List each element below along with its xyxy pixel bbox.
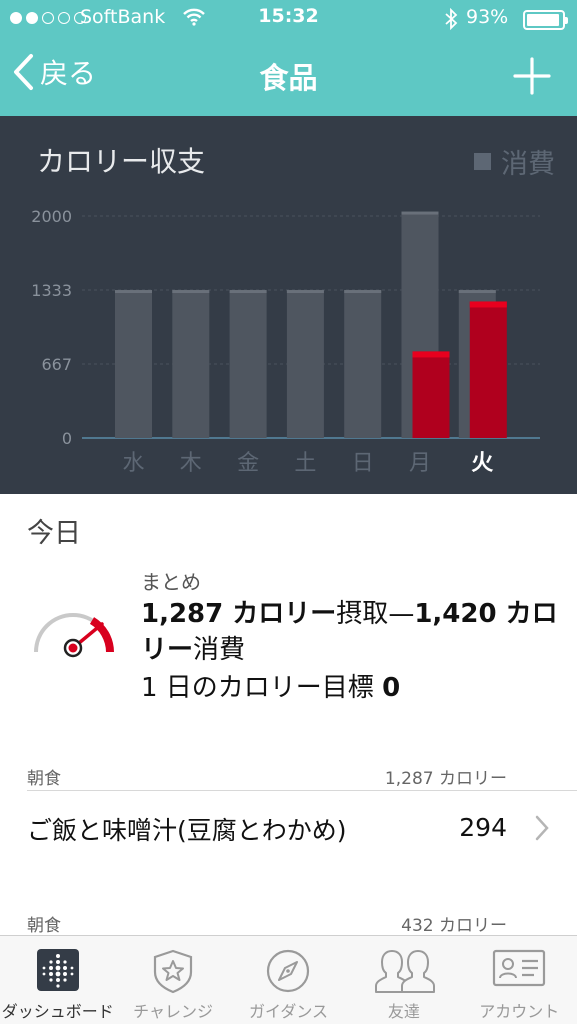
- x-tick-label: 月: [409, 451, 431, 476]
- y-tick-label: 0: [62, 429, 72, 448]
- x-tick-label: 金: [237, 451, 259, 476]
- dashboard-grid-icon: [36, 949, 79, 991]
- tab-challenges[interactable]: チャレンジ: [115, 936, 230, 1024]
- tab-dashboard[interactable]: ダッシュボード: [0, 936, 115, 1024]
- divider: [27, 790, 577, 791]
- today-heading: 今日: [27, 518, 81, 549]
- bar-burned: [115, 290, 152, 438]
- tab-label: ダッシュボード: [1, 1002, 114, 1021]
- bar-burned-cap: [344, 290, 382, 294]
- intake-calories: 1,287 カロリー: [141, 599, 337, 629]
- tab-label: アカウント: [479, 1002, 560, 1021]
- bar-burned-cap: [458, 290, 496, 294]
- add-icon[interactable]: [512, 56, 552, 96]
- tab-account[interactable]: アカウント: [462, 936, 577, 1024]
- y-tick-label: 1333: [31, 281, 72, 300]
- tab-bar: ダッシュボード チャレンジ ガイダンス 友達 アカウント: [0, 935, 577, 1024]
- legend-swatch: [474, 153, 491, 170]
- x-tick-label: 木: [180, 451, 202, 476]
- x-tick-label: 土: [294, 451, 316, 476]
- bluetooth-icon: [445, 8, 458, 30]
- meal-label: 朝食: [27, 769, 61, 789]
- summary-dash: —: [388, 599, 415, 629]
- meal-label: 朝食: [27, 916, 61, 936]
- burned-word: 消費: [193, 635, 246, 665]
- meal-total: 432 カロリー: [401, 916, 507, 936]
- chevron-right-icon: [535, 815, 549, 841]
- bar-burned: [344, 290, 382, 438]
- intake-word: 摂取: [336, 599, 389, 629]
- friends-icon: [374, 950, 435, 993]
- meal-section-header: 朝食 1,287 カロリー: [27, 764, 577, 789]
- compass-icon: [267, 949, 310, 993]
- bar-burned-cap: [401, 211, 439, 215]
- food-item-calories: 294: [459, 813, 507, 842]
- calorie-gauge-icon: [34, 613, 114, 658]
- meal-total: 1,287 カロリー: [384, 769, 507, 789]
- page-title: 食品: [259, 61, 318, 95]
- bar-burned-cap: [115, 290, 152, 294]
- status-bar: SoftBank 15:32 93%: [0, 0, 577, 38]
- calorie-summary: 1,287 カロリー摂取—1,420 カロリー消費: [141, 596, 561, 668]
- calorie-balance-chart-panel: 0 667 1333 2000 水 木 金 土 日 月 火 カロリー収支 消費: [0, 116, 577, 494]
- tab-guidance[interactable]: ガイダンス: [231, 936, 346, 1024]
- tab-label: 友達: [387, 1002, 420, 1021]
- legend-label-burned: 消費: [501, 149, 555, 180]
- bar-burned-cap: [229, 290, 267, 294]
- x-tick-label: 火: [471, 451, 493, 476]
- star-badge-icon: [153, 949, 193, 994]
- chart-legend: 消費: [474, 142, 555, 181]
- bar-intake-cap: [412, 351, 450, 358]
- battery-percentage: 93%: [466, 6, 509, 28]
- app-header: SoftBank 15:32 93% 戻る 食品: [0, 0, 577, 116]
- summary-label: まとめ: [141, 570, 201, 594]
- account-card-icon: [493, 949, 546, 987]
- x-tick-label: 水: [122, 451, 144, 476]
- bar-burned-cap: [286, 290, 324, 294]
- goal-value: 0: [382, 673, 401, 703]
- food-item-row[interactable]: ご飯と味噌汁(豆腐とわかめ) 294: [27, 805, 577, 855]
- chart-title: カロリー収支: [37, 145, 206, 178]
- bar-intake: [469, 301, 507, 438]
- bar-intake: [412, 351, 450, 438]
- x-tick-label: 日: [352, 451, 374, 476]
- tab-label: ガイダンス: [248, 1002, 328, 1021]
- bar-burned: [286, 290, 324, 438]
- bar-intake-cap: [469, 301, 507, 308]
- tab-friends[interactable]: 友達: [346, 936, 461, 1024]
- bar-burned: [229, 290, 267, 438]
- y-tick-label: 667: [41, 355, 72, 374]
- battery-icon: [523, 10, 568, 30]
- tab-label: チャレンジ: [133, 1002, 213, 1021]
- bar-burned-cap: [172, 290, 210, 294]
- bar-burned: [172, 290, 210, 438]
- y-tick-label: 2000: [31, 207, 72, 226]
- calorie-goal: 1 日のカロリー目標 0: [141, 667, 400, 704]
- meal-section-header: 朝食 432 カロリー: [27, 911, 577, 936]
- food-item-name: ご飯と味噌汁(豆腐とわかめ): [27, 816, 347, 845]
- goal-label: 1 日のカロリー目標: [141, 673, 374, 703]
